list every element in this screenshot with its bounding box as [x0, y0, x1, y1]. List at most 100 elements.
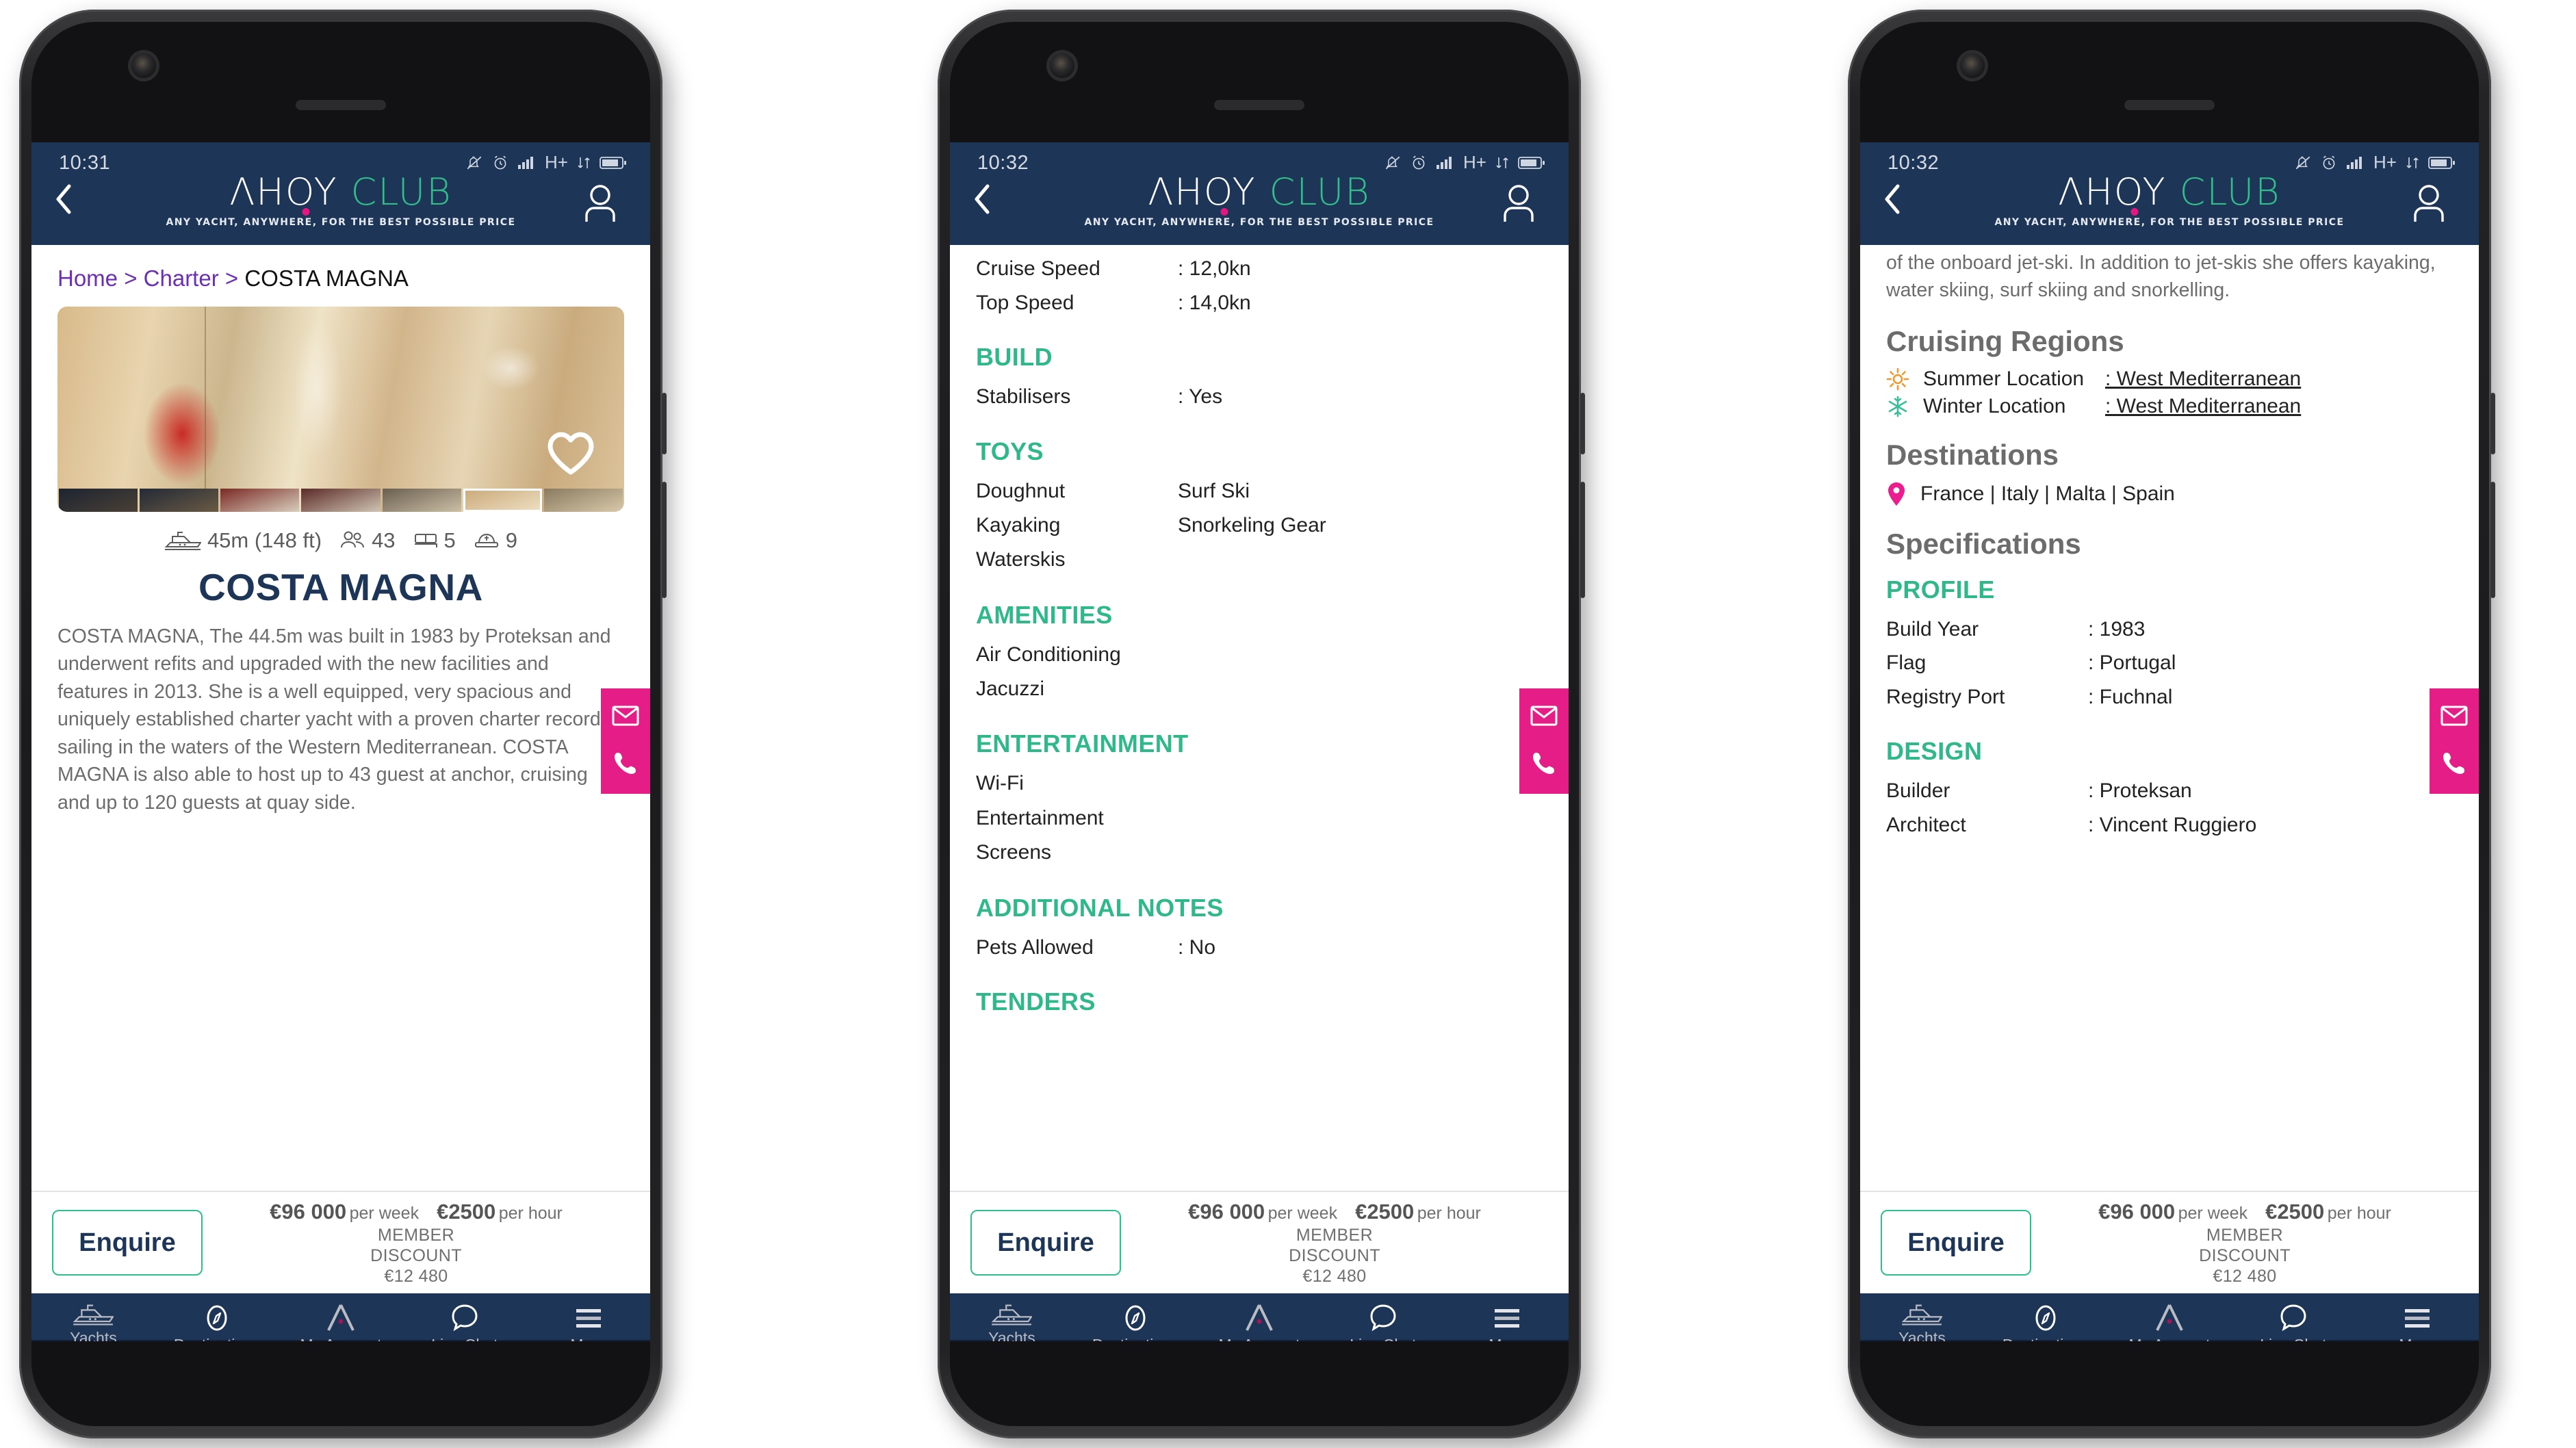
- spec-row-architect: Architect : Vincent Ruggiero: [1886, 808, 2453, 842]
- nav-items: Yachts Destinations My Account Live: [950, 1303, 1569, 1341]
- spec-row-stabilisers: Stabilisers : Yes: [976, 380, 1543, 414]
- nav-item-my-account[interactable]: My Account: [1198, 1303, 1322, 1341]
- section-heading-entertainment: ENTERTAINMENT: [976, 729, 1189, 758]
- app-logo[interactable]: ΛHOY CLUB ANY YACHT, ANYWHERE, FOR THE B…: [1084, 174, 1434, 229]
- thumbnail-item[interactable]: [59, 489, 138, 512]
- app-screen-1: 10:31 H+ ΛHOY CLUB ANY YACHT, ANYWHERE, …: [31, 142, 650, 1341]
- yacht-icon: [164, 532, 201, 550]
- volume-button[interactable]: [662, 393, 667, 454]
- enquire-button[interactable]: Enquire: [52, 1210, 203, 1276]
- nav-item-more[interactable]: More: [526, 1303, 650, 1341]
- week-unit: per week: [349, 1204, 420, 1224]
- price-bar-1: Enquire €96 000 per week €2500 per hour …: [31, 1191, 650, 1293]
- app-logo[interactable]: ΛHOY CLUB ANY YACHT, ANYWHERE, FOR THE B…: [166, 174, 515, 229]
- spec-crew-value: 9: [505, 528, 518, 552]
- nav-item-destinations[interactable]: Destinations: [1074, 1303, 1198, 1341]
- week-price: €96 000: [2098, 1200, 2176, 1224]
- envelope-icon[interactable]: [612, 705, 639, 727]
- envelope-icon[interactable]: [2440, 705, 2468, 727]
- thumbnail-item-active[interactable]: [463, 489, 542, 512]
- cruising-key: Summer Location: [1923, 367, 2085, 390]
- thumbnail-item[interactable]: [301, 489, 381, 512]
- nav-item-live-chat[interactable]: Live Chat: [2231, 1303, 2355, 1341]
- nav-item-live-chat[interactable]: Live Chat: [402, 1303, 526, 1341]
- volume-button[interactable]: [1580, 393, 1585, 454]
- breadcrumb-home[interactable]: Home: [57, 266, 118, 291]
- toy-item: Kayaking: [976, 513, 1061, 536]
- week-price: €96 000: [1188, 1200, 1265, 1224]
- compass-icon: [2035, 1305, 2056, 1331]
- breadcrumb-charter[interactable]: Charter: [144, 266, 219, 291]
- logo-text: ΛHOY CLUB: [1994, 174, 2344, 216]
- nav-item-destinations[interactable]: Destinations: [1984, 1303, 2108, 1341]
- breadcrumb-current: COSTA MAGNA: [244, 266, 409, 291]
- amenity-row: Air Conditioning: [976, 638, 1543, 672]
- toys-row: Kayaking Snorkeling Gear: [976, 508, 1543, 543]
- thumbnail-item[interactable]: [543, 489, 623, 512]
- thumbnail-strip[interactable]: [57, 489, 624, 512]
- front-camera-icon: [131, 53, 156, 78]
- price-summary: €96 000 per week €2500 per hour MEMBER D…: [1121, 1199, 1548, 1286]
- back-button[interactable]: [53, 183, 74, 215]
- nav-item-more[interactable]: More: [2355, 1303, 2479, 1341]
- data-transfer-icon: [1496, 157, 1508, 168]
- enquire-button[interactable]: Enquire: [1881, 1210, 2031, 1276]
- back-button[interactable]: [1882, 183, 1903, 215]
- nav-item-yachts[interactable]: Yachts: [1860, 1303, 1984, 1341]
- spec-value: : No: [1178, 935, 1216, 959]
- power-button[interactable]: [662, 482, 667, 598]
- nav-item-more[interactable]: More: [1445, 1303, 1569, 1341]
- nav-item-my-account[interactable]: My Account: [2108, 1303, 2232, 1341]
- spec-cabins-value: 5: [443, 528, 456, 552]
- status-time: 10:32: [977, 152, 1029, 174]
- power-button[interactable]: [2490, 482, 2495, 598]
- status-time: 10:32: [1888, 152, 1940, 174]
- nav-items: Yachts Destinations My Account Live: [31, 1303, 650, 1341]
- crew-cap-icon: [474, 533, 498, 547]
- cruising-value[interactable]: : West Mediterranean: [2105, 395, 2301, 418]
- chat-bubble-icon: [2280, 1304, 2306, 1332]
- envelope-icon[interactable]: [1530, 705, 1558, 727]
- app-header-2: 10:32 H+ ΛHOY CLUB ANY YACHT, ANYWHERE, …: [950, 142, 1569, 245]
- nav-item-live-chat[interactable]: Live Chat: [1321, 1303, 1445, 1341]
- bell-muted-icon: [1385, 156, 1400, 169]
- screenshot-stage: 10:31 H+ ΛHOY CLUB ANY YACHT, ANYWHERE, …: [0, 0, 2576, 1448]
- account-avatar-icon[interactable]: [2410, 183, 2447, 223]
- app-logo[interactable]: ΛHOY CLUB ANY YACHT, ANYWHERE, FOR THE B…: [1994, 174, 2344, 229]
- nav-item-yachts[interactable]: Yachts: [950, 1303, 1074, 1341]
- spec-value: : Proteksan: [2088, 779, 2192, 803]
- cruising-value[interactable]: : West Mediterranean: [2105, 367, 2301, 391]
- thumbnail-item[interactable]: [382, 489, 461, 512]
- amenity-item: Air Conditioning: [976, 643, 1121, 666]
- enquire-button[interactable]: Enquire: [970, 1210, 1121, 1276]
- phone-icon[interactable]: [613, 750, 639, 776]
- thumbnail-item[interactable]: [140, 489, 219, 512]
- section-heading-toys: TOYS: [976, 437, 1044, 465]
- back-button[interactable]: [972, 183, 992, 215]
- alarm-icon: [494, 155, 506, 169]
- page-content-1: Home > Charter > COSTA MAGNA 45m (148 ft…: [31, 245, 650, 1191]
- section-heading-profile: PROFILE: [1886, 575, 1995, 604]
- price-summary: €96 000 per week €2500 per hour MEMBER D…: [2031, 1199, 2458, 1286]
- toy-item: [1178, 543, 1543, 577]
- spec-row-flag: Flag : Portugal: [1886, 646, 2453, 680]
- contact-rail-2: [1519, 688, 1569, 794]
- volume-button[interactable]: [2490, 393, 2495, 454]
- nav-label-more: More: [1489, 1336, 1524, 1341]
- nav-item-yachts[interactable]: Yachts: [31, 1303, 155, 1341]
- nav-label-yachts: Yachts: [70, 1329, 117, 1341]
- heart-icon[interactable]: [546, 431, 595, 476]
- account-avatar-icon[interactable]: [582, 183, 619, 223]
- phone-icon[interactable]: [1531, 750, 1557, 776]
- account-avatar-icon[interactable]: [1500, 183, 1537, 223]
- bed-icon: [414, 534, 437, 547]
- hero-gallery[interactable]: [57, 307, 624, 512]
- bottom-nav-3: Yachts Destinations My Account Live: [1860, 1293, 2479, 1341]
- nav-item-my-account[interactable]: My Account: [279, 1303, 403, 1341]
- nav-item-destinations[interactable]: Destinations: [155, 1303, 279, 1341]
- power-button[interactable]: [1580, 482, 1585, 598]
- thumbnail-item[interactable]: [220, 489, 300, 512]
- section-heading-design: DESIGN: [1886, 737, 1983, 766]
- phone-icon[interactable]: [2441, 750, 2467, 776]
- app-screen-3: 10:32 H+ ΛHOY CLUB ANY YACHT, ANYWHERE, …: [1860, 142, 2479, 1341]
